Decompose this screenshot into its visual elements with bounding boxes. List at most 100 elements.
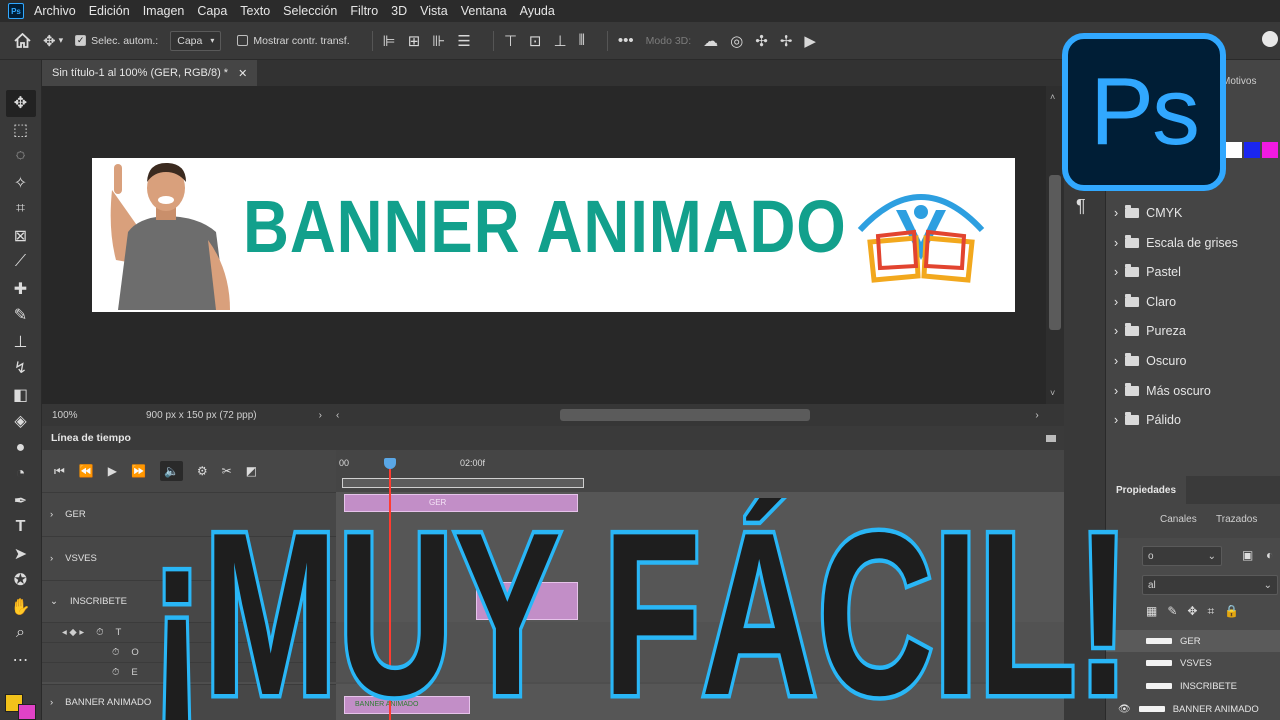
close-icon[interactable]: ✕ [238,67,247,80]
lock-image-icon[interactable]: ✎ [1167,604,1177,619]
align-bottom-icon[interactable]: ⊥ [553,32,566,50]
audio-toggle-icon[interactable]: 🔈 [159,461,183,481]
align-right-icon[interactable]: ⊪ [432,32,445,50]
chevron-right-icon[interactable]: › [1114,206,1118,220]
menu-seleccion[interactable]: Selección [283,4,337,18]
marquee-tool-icon[interactable]: ⬚ [6,117,36,144]
edit-toolbar-icon[interactable]: ⋯ [6,647,36,674]
document-tab[interactable]: Sin título-1 al 100% (GER, RGB/8) * ✕ [42,60,258,86]
frame-tool-icon[interactable]: ⊠ [6,223,36,250]
tab-paths[interactable]: Trazados [1216,514,1257,525]
orbit-3d-icon[interactable]: ☁ [703,32,718,50]
drag-3d-icon[interactable]: ✣ [755,32,768,50]
paint-bucket-tool-icon[interactable]: ◈ [6,408,36,435]
chevron-right-icon[interactable]: › [319,410,322,421]
swatch-blue[interactable] [1244,142,1260,158]
go-to-first-frame-icon[interactable]: ⏮ [54,464,65,479]
zoom-level[interactable]: 100% [52,410,146,421]
swatch-magenta[interactable] [1262,142,1278,158]
healing-brush-tool-icon[interactable]: ✚ [6,276,36,303]
timeline-ruler[interactable]: 00 02:00f [336,450,1064,492]
auto-select-target-dropdown[interactable]: Capa ▾ [170,30,222,51]
play-icon[interactable]: ▶ [108,464,117,478]
swatch-folder-grayscale[interactable]: › Escala de grises [1114,228,1238,258]
stamp-tool-icon[interactable]: ⊥ [6,329,36,356]
account-icon[interactable] [1262,31,1278,47]
chevron-right-icon[interactable]: › [1114,413,1118,427]
swatch-folder-pastel[interactable]: › Pastel [1114,257,1181,287]
more-options-icon[interactable]: ••• [618,32,634,49]
history-brush-tool-icon[interactable]: ↯ [6,355,36,382]
adjustment-filter-icon[interactable]: ◐ [1266,548,1273,562]
menu-archivo[interactable]: Archivo [34,4,76,18]
dodge-tool-icon[interactable]: ◔ [6,461,36,488]
menu-capa[interactable]: Capa [197,4,227,18]
scroll-left-icon[interactable]: ‹ [336,410,339,421]
stopwatch-icon[interactable]: ⏱ [96,627,103,638]
chevron-right-icon[interactable]: › [1114,324,1118,338]
path-selection-tool-icon[interactable]: ➤ [6,541,36,568]
shape-tool-icon[interactable]: ✪ [6,567,36,594]
settings-gear-icon[interactable]: ⚙ [197,464,208,478]
crop-tool-icon[interactable]: ⌗ [6,196,36,223]
swatch-folder-cmyk[interactable]: › CMYK [1114,198,1182,228]
hand-tool-icon[interactable]: ✋ [6,594,36,621]
distribute-horizontal-icon[interactable]: ☰ [457,32,470,50]
menu-vista[interactable]: Vista [420,4,448,18]
magic-wand-tool-icon[interactable]: ✧ [6,170,36,197]
image-filter-icon[interactable]: ▣ [1242,548,1253,562]
split-scissors-icon[interactable]: ✂ [222,464,232,478]
paragraph-panel-icon[interactable]: ¶ [1076,196,1086,217]
distribute-vertical-icon[interactable]: ⫴ [579,32,585,49]
slide-3d-icon[interactable]: ✢ [780,32,793,50]
photoshop-app-icon[interactable]: Ps [8,3,24,19]
menu-3d[interactable]: 3D [391,4,407,18]
type-tool-icon[interactable]: T [6,514,36,541]
auto-select-checkbox[interactable]: ✓ [75,35,87,46]
chevron-right-icon[interactable]: › [1114,236,1118,250]
align-middle-icon[interactable]: ⊡ [529,32,542,50]
zoom-tool-icon[interactable]: ⌕ [6,620,36,647]
chevron-down-icon[interactable]: ⌄ [50,596,58,607]
chevron-right-icon[interactable]: › [1114,384,1118,398]
lock-all-icon[interactable]: 🔒 [1224,604,1239,619]
move-tool-preset-icon[interactable]: ✥ ▾ [43,32,63,50]
swatch-folder-palido[interactable]: › Pálido [1114,405,1181,435]
align-top-icon[interactable]: ⊤ [504,32,517,50]
align-left-icon[interactable]: ⊫ [383,32,396,50]
menu-imagen[interactable]: Imagen [143,4,185,18]
home-icon[interactable] [14,33,31,48]
next-frame-icon[interactable]: ⏩ [131,464,146,478]
menu-edicion[interactable]: Edición [89,4,130,18]
eraser-tool-icon[interactable]: ◧ [6,382,36,409]
lock-transparent-icon[interactable]: ▦ [1146,604,1157,619]
menu-filtro[interactable]: Filtro [350,4,378,18]
blur-tool-icon[interactable]: ● [6,435,36,462]
swatch-folder-oscuro[interactable]: › Oscuro [1114,346,1186,376]
keyframe-nav-icon[interactable]: ◂ ◆ ▸ [62,627,84,638]
chevron-right-icon[interactable]: › [1114,354,1118,368]
scroll-up-icon[interactable]: ˄ [1050,92,1055,102]
swatch-white[interactable] [1226,142,1242,158]
roll-3d-icon[interactable]: ◎ [730,32,743,50]
brush-tool-icon[interactable]: ✎ [6,302,36,329]
chevron-right-icon[interactable]: › [50,697,53,708]
artboard-lock-icon[interactable]: ⌗ [1207,604,1214,619]
menu-texto[interactable]: Texto [240,4,270,18]
lasso-tool-icon[interactable]: ◌ [6,143,36,170]
swatch-folder-pureza[interactable]: › Pureza [1114,316,1186,346]
swatch-folder-mas-oscuro[interactable]: › Más oscuro [1114,376,1211,406]
tab-channels[interactable]: Canales [1160,514,1197,525]
swatch-folder-claro[interactable]: › Claro [1114,287,1176,317]
pen-tool-icon[interactable]: ✒ [6,488,36,515]
previous-frame-icon[interactable]: ⏪ [79,464,94,478]
transition-icon[interactable]: ◩ [246,464,257,478]
eyedropper-tool-icon[interactable]: ⟋ [6,249,36,276]
menu-ayuda[interactable]: Ayuda [520,4,555,18]
show-transform-checkbox[interactable] [237,35,249,46]
lock-position-icon[interactable]: ✥ [1187,604,1197,619]
move-tool-icon[interactable]: ✥ [5,90,36,117]
menu-ventana[interactable]: Ventana [461,4,507,18]
chevron-right-icon[interactable]: › [1114,265,1118,279]
chevron-right-icon[interactable]: › [50,553,53,564]
